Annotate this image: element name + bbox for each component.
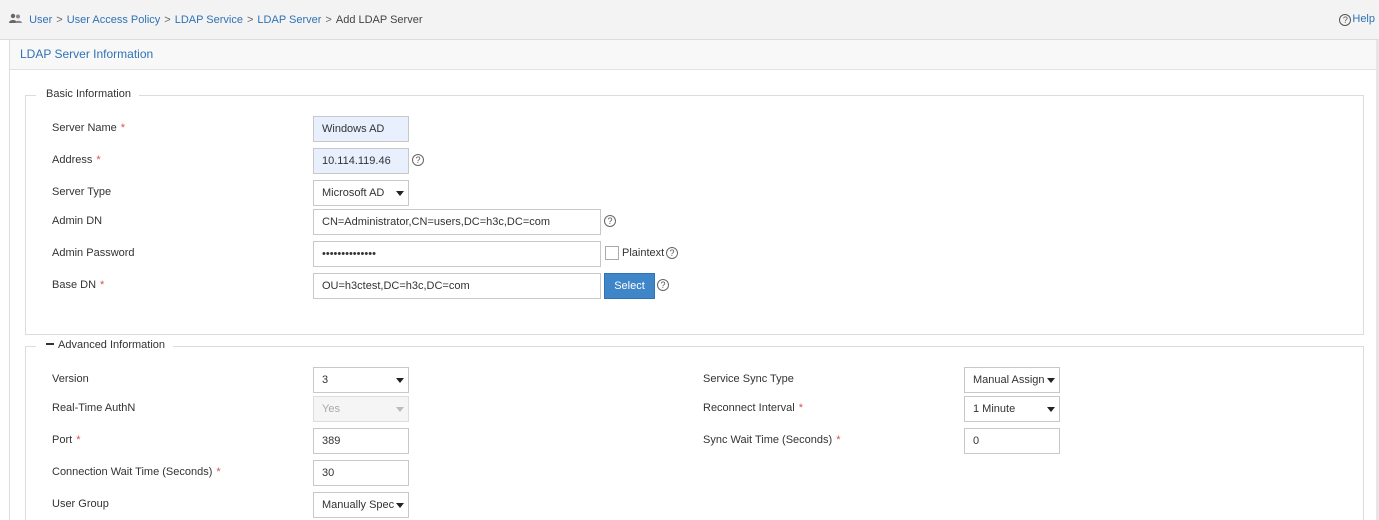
admin-dn-input[interactable]: CN=Administrator,CN=users,DC=h3c,DC=com: [313, 209, 601, 235]
sync-wait-time-input[interactable]: 0: [964, 428, 1060, 454]
panel-header: LDAP Server Information: [10, 40, 1377, 70]
base-dn-help-icon[interactable]: ?: [657, 279, 669, 291]
version-label: Version: [52, 373, 89, 385]
service-sync-type-value: Manual Assign: [973, 374, 1045, 386]
chevron-down-icon: [1047, 378, 1055, 383]
plaintext-label: Plaintext: [622, 247, 665, 259]
chevron-down-icon: [396, 378, 404, 383]
breadcrumb-current: Add LDAP Server: [335, 14, 423, 26]
help-link[interactable]: ? Help: [1339, 13, 1375, 26]
question-circle-icon: ?: [1339, 14, 1352, 26]
base-dn-input[interactable]: OU=h3ctest,DC=h3c,DC=com: [313, 273, 601, 299]
advanced-information-section: Advanced Information: [25, 339, 1364, 520]
server-type-value: Microsoft AD: [322, 187, 385, 199]
user-group-select[interactable]: Manually Spec: [313, 492, 409, 518]
port-label: Port *: [52, 434, 81, 446]
chevron-down-icon: [396, 191, 404, 196]
port-input[interactable]: 389: [313, 428, 409, 454]
server-name-input[interactable]: Windows AD: [313, 116, 409, 142]
breadcrumb-ldap-service[interactable]: LDAP Service: [175, 14, 243, 26]
address-label: Address *: [52, 154, 101, 166]
help-label: Help: [1352, 13, 1375, 25]
breadcrumb-user-access-policy[interactable]: User Access Policy: [67, 14, 161, 26]
admin-dn-help-icon[interactable]: ?: [604, 215, 616, 227]
basic-information-section: Basic Information: [25, 88, 1364, 335]
chevron-down-icon: [396, 503, 404, 508]
service-sync-type-select[interactable]: Manual Assign: [964, 367, 1060, 393]
collapse-icon: [46, 343, 54, 345]
panel-title: LDAP Server Information: [20, 47, 154, 61]
basic-information-legend: Basic Information: [36, 88, 139, 100]
reconnect-interval-value: 1 Minute: [973, 403, 1016, 415]
admin-password-input[interactable]: ••••••••••••••: [313, 241, 601, 267]
address-input[interactable]: 10.114.119.46: [313, 148, 409, 174]
sync-wait-time-label: Sync Wait Time (Seconds) *: [703, 434, 841, 446]
user-group-label: User Group: [52, 498, 109, 510]
realtime-authn-select: Yes: [313, 396, 409, 422]
breadcrumb-separator: >: [246, 14, 254, 26]
advanced-information-legend[interactable]: Advanced Information: [36, 339, 174, 351]
reconnect-interval-select[interactable]: 1 Minute: [964, 396, 1060, 422]
server-name-label: Server Name *: [52, 122, 126, 134]
connection-wait-time-label: Connection Wait Time (Seconds) *: [52, 466, 221, 478]
breadcrumb-separator: >: [164, 14, 171, 26]
breadcrumb: User > User Access Policy > LDAP Service > LDA…: [9, 13, 422, 26]
server-type-label: Server Type: [52, 186, 112, 198]
ldap-server-panel: LDAP Server Information Basic Informatio…: [9, 40, 1378, 520]
user-group-value: Manually Spec: [322, 499, 395, 511]
breadcrumb-separator: >: [325, 14, 332, 26]
chevron-down-icon: [1047, 407, 1055, 412]
chevron-down-icon: [396, 407, 404, 412]
connection-wait-time-input[interactable]: 30: [313, 460, 409, 486]
users-icon: [9, 13, 22, 23]
breadcrumb-separator: >: [56, 14, 63, 26]
version-select[interactable]: 3: [313, 367, 409, 393]
top-bar: User > User Access Policy > LDAP Service > LDA…: [0, 0, 1379, 40]
admin-password-label: Admin Password: [52, 247, 135, 259]
version-value: 3: [322, 374, 329, 386]
breadcrumb-user[interactable]: User: [29, 14, 52, 26]
server-type-select[interactable]: Microsoft AD: [313, 180, 409, 206]
base-dn-label: Base DN *: [52, 279, 105, 291]
plaintext-checkbox[interactable]: [605, 246, 619, 260]
admin-dn-label: Admin DN: [52, 215, 103, 227]
select-base-dn-button[interactable]: Select: [604, 273, 655, 299]
service-sync-type-label: Service Sync Type: [703, 373, 794, 385]
plaintext-help-icon[interactable]: ?: [666, 247, 678, 259]
realtime-authn-value: Yes: [322, 403, 340, 415]
realtime-authn-label: Real-Time AuthN: [52, 402, 136, 414]
breadcrumb-ldap-server[interactable]: LDAP Server: [257, 14, 321, 26]
address-help-icon[interactable]: ?: [412, 154, 424, 166]
reconnect-interval-label: Reconnect Interval *: [703, 402, 803, 414]
